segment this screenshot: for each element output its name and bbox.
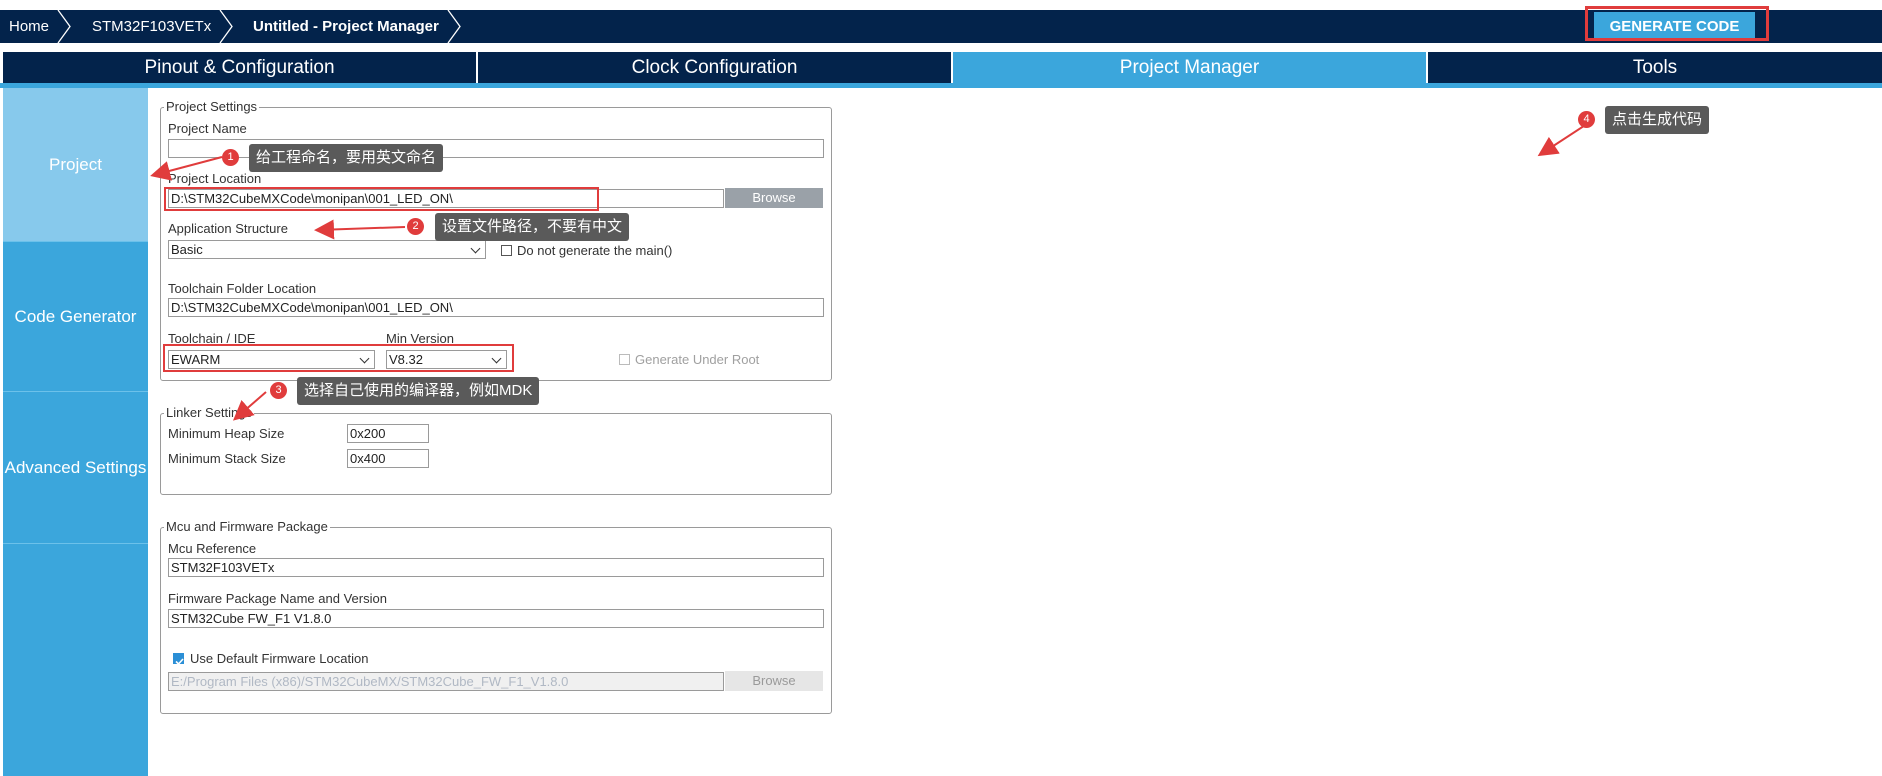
sidenav-item-project[interactable]: Project	[3, 88, 148, 242]
tab-clock-configuration[interactable]: Clock Configuration	[478, 52, 951, 83]
mcu-reference-label: Mcu Reference	[168, 541, 257, 556]
firmware-location-browse-button[interactable]: Browse	[725, 671, 823, 691]
annotation-badge-2: 2	[407, 218, 424, 235]
firmware-package-label: Firmware Package Name and Version	[168, 591, 387, 606]
checkmark-icon	[175, 658, 184, 666]
annotation-badge-4: 4	[1578, 111, 1595, 128]
tab-pinout-configuration[interactable]: Pinout & Configuration	[3, 52, 476, 83]
annotation-note-3: 选择自己使用的编译器，例如MDK	[297, 377, 540, 405]
min-stack-size-input[interactable]: 0x400	[347, 449, 429, 468]
breadcrumb-mcu[interactable]: STM32F103VETx	[92, 10, 211, 43]
chevron-right-icon	[447, 10, 461, 43]
annotation-note-4: 点击生成代码	[1605, 106, 1710, 134]
do-not-generate-main-checkbox[interactable]	[501, 245, 512, 256]
annotation-badge-1: 1	[222, 149, 239, 166]
application-structure-label: Application Structure	[168, 221, 288, 236]
min-stack-size-label: Minimum Stack Size	[168, 451, 286, 466]
breadcrumb-project[interactable]: Untitled - Project Manager	[253, 10, 439, 43]
use-default-firmware-label: Use Default Firmware Location	[190, 651, 369, 666]
toolchain-folder-label: Toolchain Folder Location	[168, 281, 317, 296]
annotation-highlight-generate	[1585, 6, 1769, 41]
application-structure-select[interactable]: Basic	[168, 240, 486, 259]
application-structure-value: Basic	[171, 242, 203, 257]
chevron-right-icon	[219, 10, 233, 43]
linker-settings-legend: Linker Settings	[164, 405, 254, 420]
project-settings-legend: Project Settings	[164, 99, 260, 114]
tab-tools[interactable]: Tools	[1428, 52, 1882, 83]
tab-project-manager[interactable]: Project Manager	[953, 52, 1426, 83]
generate-under-root-label: Generate Under Root	[635, 352, 760, 367]
project-location-label: Project Location	[168, 171, 262, 186]
annotation-note-2: 设置文件路径，不要有中文	[435, 213, 630, 241]
tab-underline	[0, 83, 1882, 88]
use-default-firmware-checkbox[interactable]	[173, 653, 184, 666]
breadcrumb-home[interactable]: Home	[9, 10, 49, 43]
annotation-note-1: 给工程命名，要用英文命名	[249, 144, 444, 172]
mcu-firmware-legend: Mcu and Firmware Package	[164, 519, 330, 534]
sidenav-item-advanced-settings[interactable]: Advanced Settings	[3, 392, 148, 544]
annotation-badge-3: 3	[270, 382, 287, 399]
mcu-reference-input[interactable]: STM32F103VETx	[168, 558, 824, 577]
generate-under-root-checkbox[interactable]	[619, 354, 630, 365]
project-name-label: Project Name	[168, 121, 247, 136]
min-heap-size-input[interactable]: 0x200	[347, 424, 429, 443]
toolchain-folder-input[interactable]: D:\STM32CubeMXCode\monipan\001_LED_ON\	[168, 298, 824, 317]
annotation-highlight-project-location	[164, 187, 599, 211]
annotation-highlight-toolchain	[163, 344, 514, 372]
firmware-package-input[interactable]: STM32Cube FW_F1 V1.8.0	[168, 609, 824, 628]
do-not-generate-main-label: Do not generate the main()	[517, 243, 673, 258]
chevron-down-icon	[470, 243, 481, 254]
firmware-location-input[interactable]: E:/Program Files (x86)/STM32CubeMX/STM32…	[168, 672, 724, 691]
chevron-right-icon	[57, 10, 71, 43]
min-heap-size-label: Minimum Heap Size	[168, 426, 285, 441]
project-location-browse-button[interactable]: Browse	[725, 188, 823, 208]
sidenav-item-code-generator[interactable]: Code Generator	[3, 242, 148, 392]
